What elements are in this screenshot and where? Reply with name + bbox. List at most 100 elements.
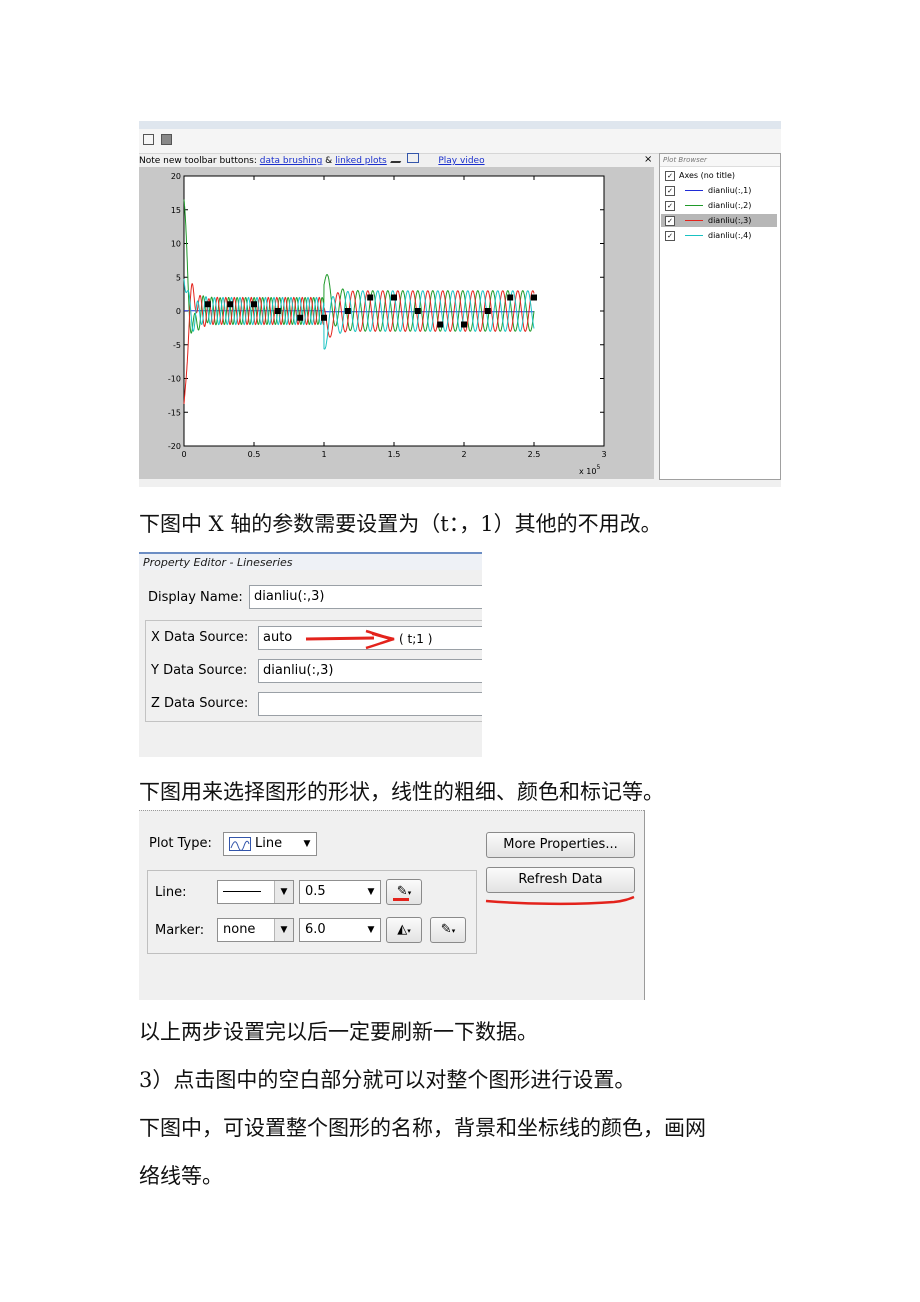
checkbox-icon[interactable]: ✓ [665, 230, 675, 241]
data-tip-marker [274, 308, 281, 314]
more-properties-button[interactable]: More Properties... [486, 832, 635, 858]
paragraph-step3: 3）点击图中的空白部分就可以对整个图形进行设置。 [139, 1068, 636, 1092]
chevron-down-icon: ▼ [367, 887, 375, 897]
line-width-dropdown[interactable]: 0.5 ▼ [299, 880, 381, 904]
data-tip-marker [437, 321, 444, 328]
data-tip-marker [251, 301, 257, 308]
paragraph-figure-settings: 下图中，可设置整个图形的名称，背景和坐标线的颜色，画网 [139, 1116, 706, 1140]
line-style-icon [223, 891, 261, 892]
paragraph-style-note: 下图用来选择图形的形状，线性的粗细、颜色和标记等。 [139, 780, 664, 804]
chevron-down-icon: ▾ [407, 927, 411, 935]
browser-item-label: Axes (no title) [679, 171, 735, 180]
browser-item-axes[interactable]: ✓ Axes (no title) [665, 169, 735, 182]
red-arrow-annotation [305, 629, 395, 650]
data-brushing-link[interactable]: data brushing [260, 156, 323, 166]
dock-icon[interactable] [161, 134, 172, 145]
y-tick-label: 20 [171, 172, 181, 181]
pencil-icon: ✎ [396, 884, 408, 899]
data-tip-marker [461, 321, 467, 328]
y-data-source-label: Y Data Source: [151, 663, 248, 678]
window-icon[interactable] [143, 134, 154, 145]
browser-item-series-1[interactable]: ✓ dianliu(:,1) [665, 184, 751, 197]
line-swatch-icon [685, 205, 703, 206]
browser-item-label: dianliu(:,4) [708, 231, 752, 240]
plot-type-label: Plot Type: [149, 836, 212, 851]
browser-item-series-3[interactable]: ✓ dianliu(:,3) [661, 214, 777, 227]
x-tick-label: 1 [321, 450, 326, 459]
marker-label: Marker: [155, 923, 205, 938]
y-tick-label: 15 [171, 206, 181, 215]
y-tick-label: 0 [176, 307, 181, 316]
brush-icon [389, 153, 406, 163]
property-editor-screenshot: Property Editor - Lineseries Display Nam… [139, 552, 482, 757]
y-tick-label: -10 [168, 375, 181, 384]
paragraph-x-axis-note: 下图中 X 轴的参数需要设置为（t：，1）其他的不用改。 [139, 512, 662, 536]
line-chart: 0 0.5 1 1.5 2 2.5 3 20 15 10 5 0 -5 -10 -15 -20 x 105 [168, 172, 607, 476]
data-tip-marker [391, 294, 397, 301]
marker-size-dropdown[interactable]: 6.0 ▼ [299, 918, 381, 942]
x-data-source-label: X Data Source: [151, 630, 249, 645]
browser-item-label: dianliu(:,1) [708, 186, 752, 195]
checkbox-icon[interactable]: ✓ [665, 200, 675, 211]
marker-value: none [223, 922, 256, 937]
chevron-down-icon: ▼ [367, 925, 375, 935]
figure-canvas[interactable]: 0 0.5 1 1.5 2 2.5 3 20 15 10 5 0 -5 -10 -15 -20 x 105 [139, 167, 654, 479]
marker-dropdown[interactable]: none ▼ [217, 918, 294, 942]
window-title-strip [139, 121, 781, 129]
color-swatch [393, 898, 409, 901]
x-tick-label: 3 [601, 450, 606, 459]
line-label: Line: [155, 885, 187, 900]
data-tip-marker [367, 294, 374, 301]
plot-type-value: Line [255, 836, 283, 851]
play-video-link[interactable]: Play video [438, 156, 484, 166]
data-tip-marker [344, 308, 351, 314]
plot-browser-title: Plot Browser [660, 154, 780, 167]
display-name-field[interactable]: dianliu(:,3) [249, 585, 482, 609]
plot-type-dropdown[interactable]: Line ▼ [223, 832, 317, 856]
linked-plots-link[interactable]: linked plots [335, 156, 387, 166]
y-data-source-field[interactable]: dianliu(:,3) [258, 659, 482, 683]
checkbox-icon[interactable]: ✓ [665, 185, 675, 196]
plot-browser-panel: Plot Browser ✓ Axes (no title) ✓ dianliu(:… [659, 153, 781, 480]
marker-edge-button[interactable]: ✎▾ [430, 917, 466, 943]
paint-bucket-icon: ◭ [397, 922, 408, 937]
paragraph-figure-settings-cont: 络线等。 [139, 1164, 223, 1188]
toolbar-notice: Note new toolbar buttons: data brushing … [139, 153, 654, 167]
marker-size-value: 6.0 [305, 922, 326, 937]
property-editor-title: Property Editor - Lineseries [139, 552, 482, 570]
data-tip-marker [321, 314, 327, 321]
data-tip-marker [507, 294, 514, 301]
browser-item-series-2[interactable]: ✓ dianliu(:,2) [665, 199, 751, 212]
line-swatch-icon [685, 190, 703, 191]
figure-toolbar [139, 129, 781, 154]
x-tick-label: 2 [461, 450, 466, 459]
chevron-down-icon: ▾ [451, 927, 456, 935]
refresh-data-button[interactable]: Refresh Data [486, 867, 635, 893]
red-underline-annotation [485, 895, 635, 906]
x-multiplier: x 105 [579, 464, 600, 476]
line-color-button[interactable]: ✎▾ [386, 879, 422, 905]
z-data-source-field[interactable] [258, 692, 482, 716]
browser-item-series-4[interactable]: ✓ dianliu(:,4) [665, 229, 751, 242]
browser-item-label: dianliu(:,3) [708, 216, 752, 225]
line-width-value: 0.5 [305, 884, 326, 899]
chevron-down-icon: ▾ [407, 889, 412, 897]
checkbox-icon[interactable]: ✓ [665, 215, 675, 226]
close-notice-icon[interactable]: × [644, 153, 652, 167]
marker-fill-button[interactable]: ◭▾ [386, 917, 422, 943]
figure-window-screenshot: Note new toolbar buttons: data brushing … [139, 121, 781, 487]
line-swatch-icon [685, 235, 703, 236]
notice-text: Note new toolbar buttons: [139, 156, 260, 166]
checkbox-icon[interactable]: ✓ [665, 170, 675, 181]
paragraph-refresh-note: 以上两步设置完以后一定要刷新一下数据。 [139, 1020, 538, 1044]
x-tick-label: 0.5 [248, 450, 261, 459]
chevron-down-icon: ▼ [303, 839, 311, 849]
data-tip-marker [484, 308, 491, 314]
x-source-annotation: ( t;1 ) [399, 632, 433, 646]
chevron-down-icon: ▼ [274, 881, 293, 903]
x-tick-label: 0 [181, 450, 186, 459]
line-swatch-icon [685, 220, 703, 221]
display-name-label: Display Name: [148, 590, 243, 605]
z-data-source-label: Z Data Source: [151, 696, 249, 711]
line-style-dropdown[interactable]: ▼ [217, 880, 294, 904]
